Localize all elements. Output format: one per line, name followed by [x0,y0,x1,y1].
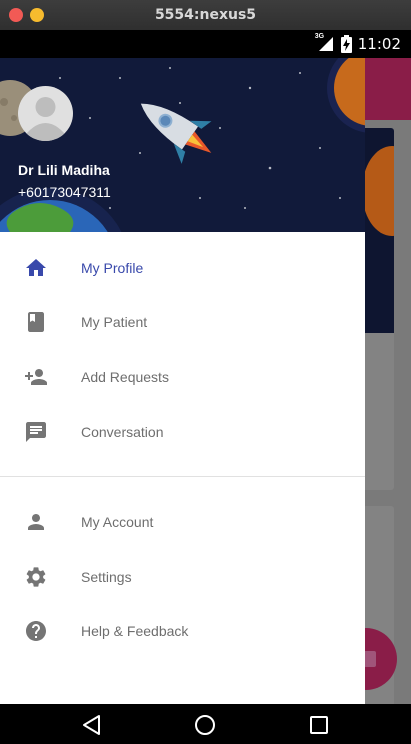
recents-icon[interactable] [308,714,330,736]
help-icon [26,621,46,641]
drawer-item-conversation[interactable]: Conversation [0,405,365,459]
person-icon [28,514,44,530]
drawer-item-label: Add Requests [81,369,169,385]
user-name: Dr Lili Madiha [18,162,110,178]
back-icon[interactable] [81,714,103,736]
person-add-icon [25,369,47,385]
drawer-divider [0,476,365,477]
book-icon [28,312,44,332]
avatar[interactable] [18,86,73,141]
drawer-item-my-account[interactable]: My Account [0,495,365,549]
drawer-item-label: My Account [81,514,154,530]
status-time: 11:02 [357,35,401,53]
drawer-item-settings[interactable]: Settings [0,550,365,604]
drawer-item-label: Conversation [81,424,164,440]
drawer-item-add-requests[interactable]: Add Requests [0,350,365,404]
drawer-item-my-patient[interactable]: My Patient [0,295,365,349]
gear-icon [26,567,46,587]
drawer-item-label: My Profile [81,260,144,276]
navigation-drawer: Dr Lili Madiha +60173047311 My Profile M… [0,58,365,704]
system-nav-bar [0,704,411,744]
user-phone: +60173047311 [18,184,111,200]
emulator-titlebar: 5554:nexus5 [0,0,411,30]
home-button-icon[interactable] [194,714,216,736]
message-icon [26,422,46,442]
home-icon [26,259,46,276]
drawer-item-my-profile[interactable]: My Profile [0,241,365,295]
drawer-item-label: My Patient [81,314,148,330]
drawer-item-help-feedback[interactable]: Help & Feedback [0,604,365,658]
signal-icon: 3G [315,33,335,53]
window-title: 5554:nexus5 [154,7,257,23]
drawer-item-label: Help & Feedback [81,623,189,639]
status-bar: 3G 11:02 [0,30,411,58]
space-illustration [0,58,365,232]
drawer-header: Dr Lili Madiha +60173047311 [0,58,365,232]
drawer-item-label: Settings [81,569,132,585]
battery-icon [340,35,352,53]
